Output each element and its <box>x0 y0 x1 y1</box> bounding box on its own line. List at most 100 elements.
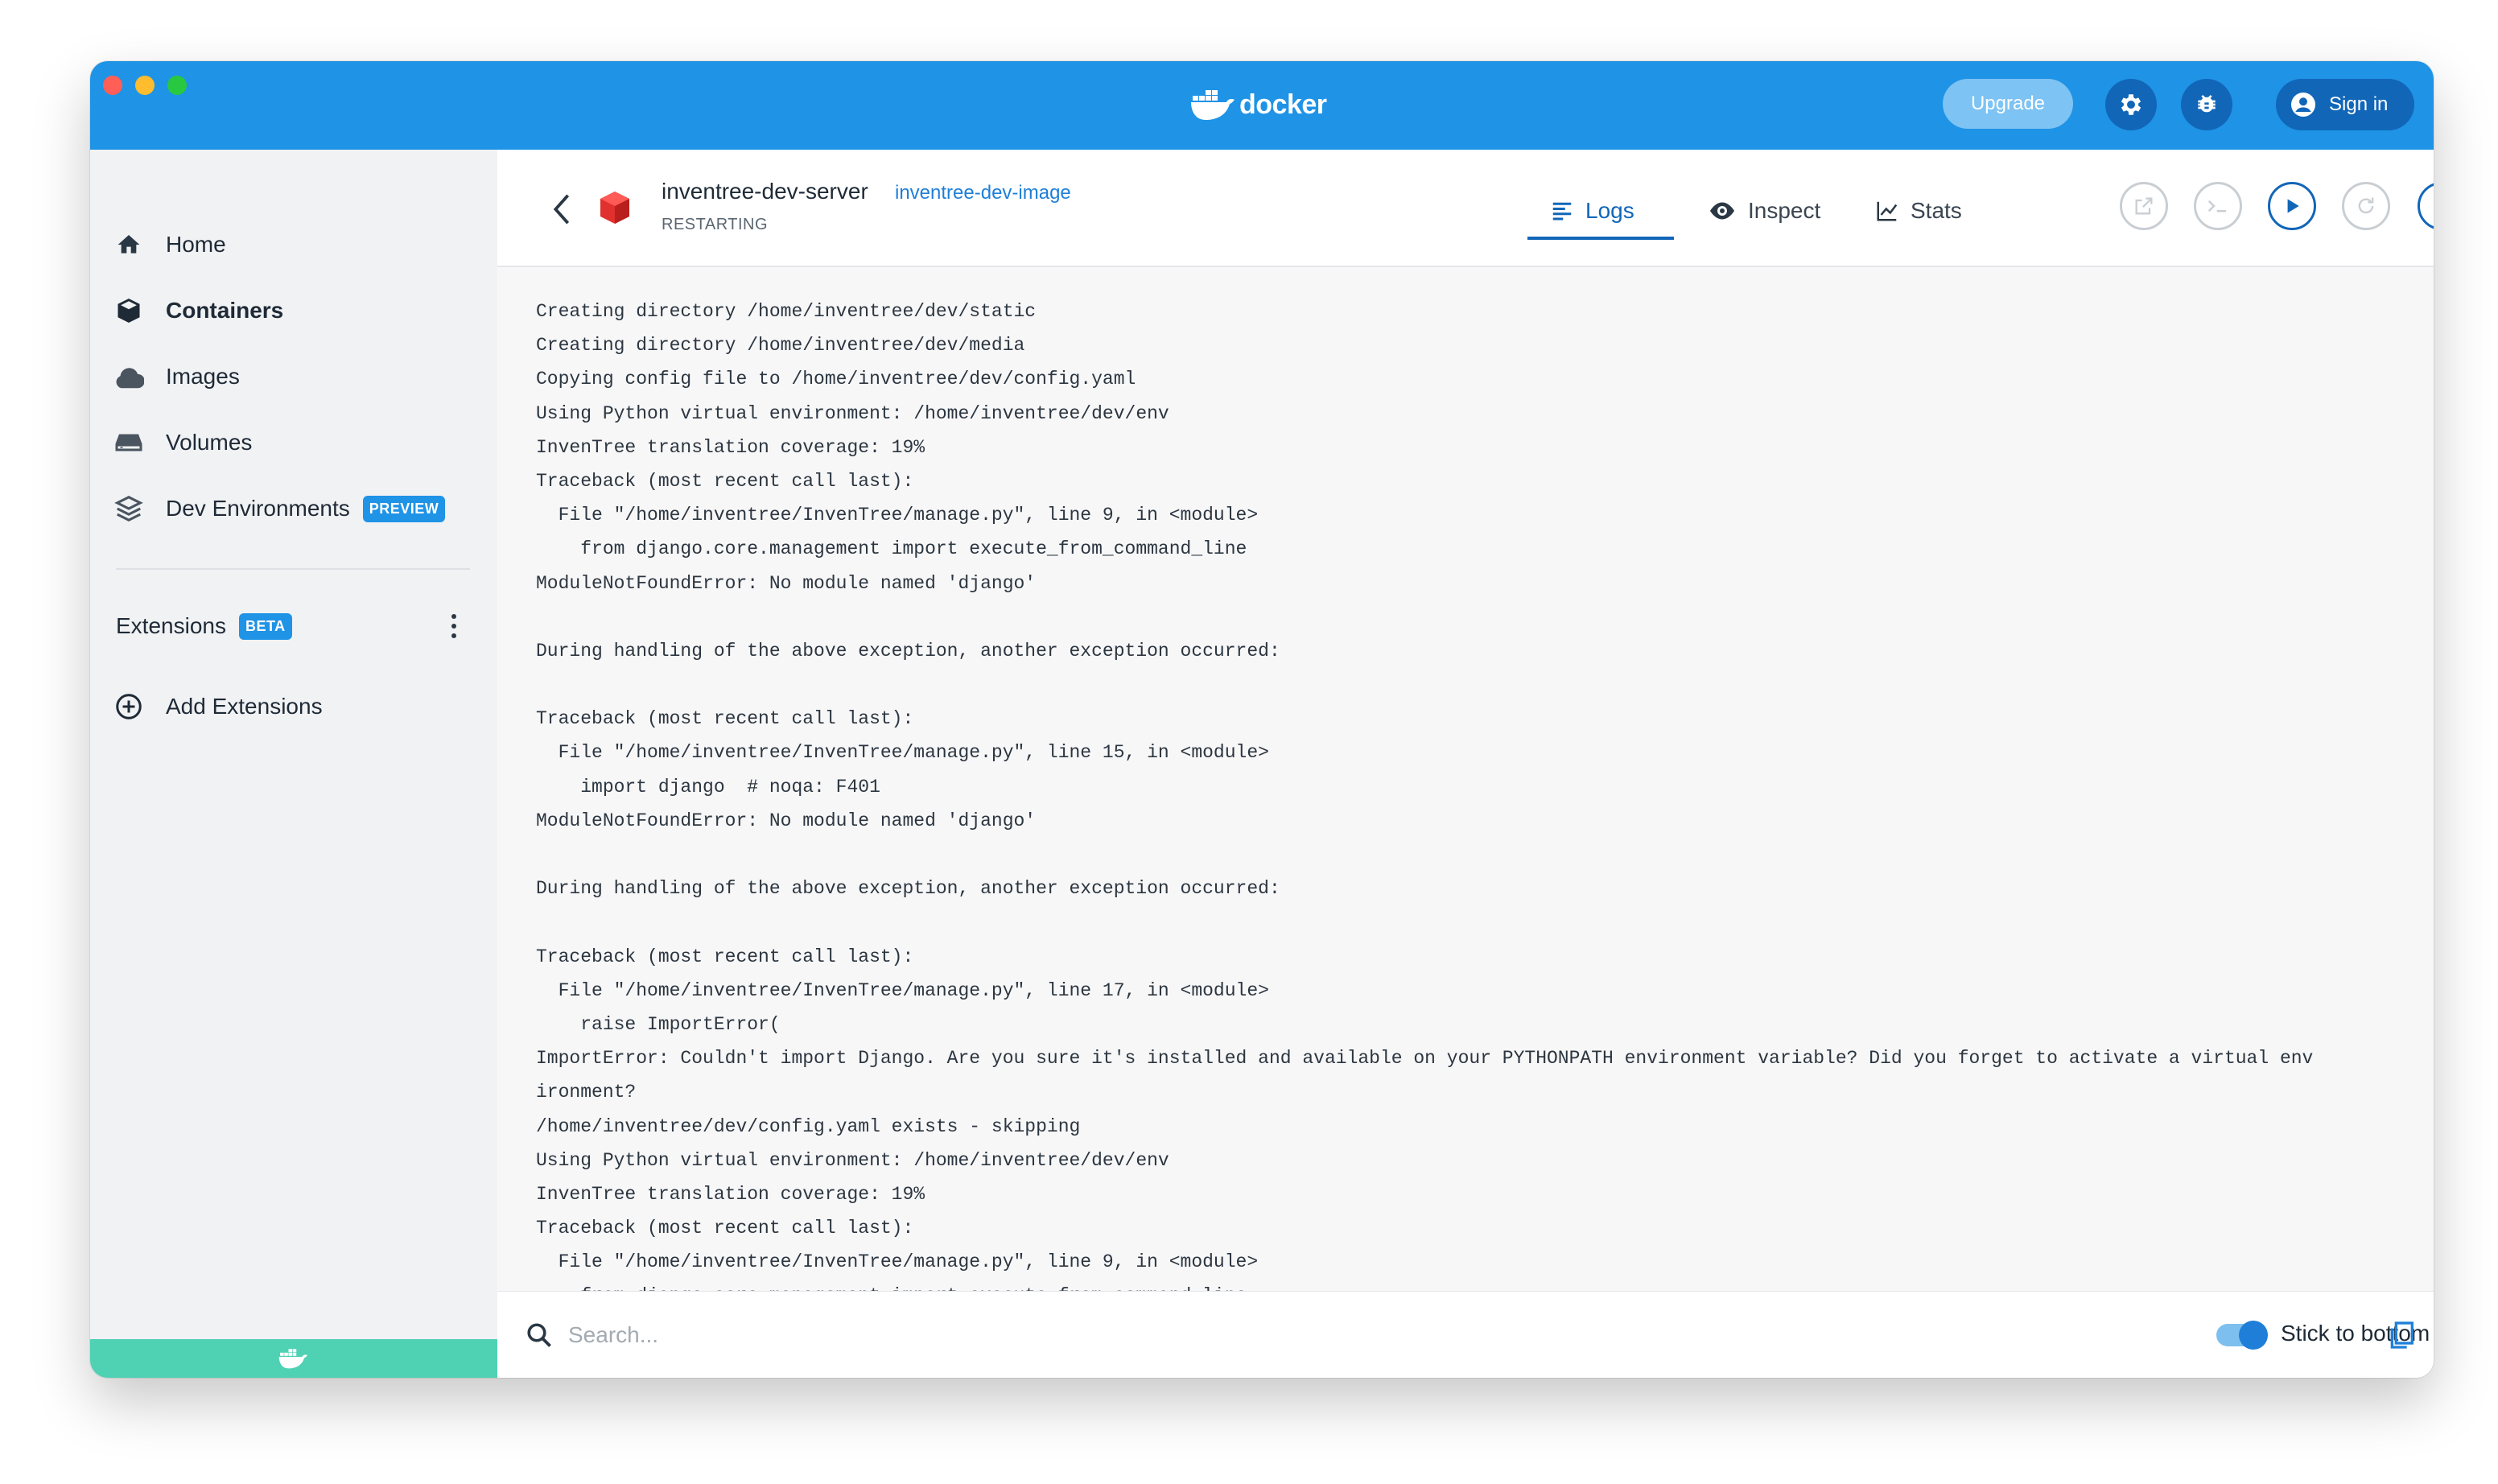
stick-to-bottom-toggle[interactable] <box>2216 1321 2268 1350</box>
cloud-icon <box>113 361 145 393</box>
back-button[interactable] <box>546 185 578 233</box>
tab-stats[interactable]: Stats <box>1875 187 1962 235</box>
log-line: Traceback (most recent call last): <box>536 946 914 967</box>
zoom-window-button[interactable] <box>167 76 187 95</box>
tab-label: Logs <box>1585 198 1634 223</box>
beta-badge: BETA <box>238 612 292 640</box>
restart-button[interactable] <box>2342 182 2390 230</box>
log-line: InvenTree translation coverage: 19% <box>536 436 925 458</box>
log-line: raise ImportError( <box>536 1013 781 1035</box>
open-external-icon <box>2135 197 2153 215</box>
extensions-header: Extensions BETA <box>116 607 470 645</box>
volume-icon <box>113 427 145 459</box>
container-cube-icon <box>600 192 629 224</box>
log-output[interactable]: Creating directory /home/inventree/dev/s… <box>497 267 2434 1291</box>
start-button[interactable] <box>2268 182 2316 230</box>
close-window-button[interactable] <box>103 76 122 95</box>
log-line: Traceback (most recent call last): <box>536 1218 914 1239</box>
sidebar-item-volumes[interactable]: Volumes <box>113 418 252 467</box>
sign-in-label: Sign in <box>2329 93 2389 115</box>
open-in-browser-button[interactable] <box>2120 182 2168 230</box>
preview-badge: PREVIEW <box>362 495 446 522</box>
log-line: Using Python virtual environment: /home/… <box>536 1149 1169 1171</box>
copy-icon[interactable] <box>2385 1319 2418 1351</box>
tab-label: Stats <box>1911 198 1962 223</box>
container-image-link[interactable]: inventree-dev-image <box>895 182 1071 204</box>
sign-in-button[interactable]: Sign in <box>2276 79 2414 130</box>
container-header: inventree-dev-server inventree-dev-image… <box>497 150 2434 267</box>
open-terminal-button[interactable] <box>2194 182 2242 230</box>
log-line: from django.core.management import execu… <box>536 1279 2434 1291</box>
delete-button[interactable] <box>2418 182 2434 230</box>
log-line: Copying config file to /home/inventree/d… <box>536 369 1136 390</box>
gear-icon <box>2121 94 2141 115</box>
title-bar: docker Upgrade Sign in <box>90 61 2434 150</box>
log-line: InvenTree translation coverage: 19% <box>536 1183 925 1205</box>
log-line: ModuleNotFoundError: No module named 'dj… <box>536 572 1037 594</box>
troubleshoot-button[interactable] <box>2181 79 2232 130</box>
log-line: File "/home/inventree/InvenTree/manage.p… <box>536 979 1269 1001</box>
docker-whale-icon <box>278 1349 307 1369</box>
search-icon <box>527 1323 551 1347</box>
engine-status-bar[interactable] <box>90 1339 497 1378</box>
log-line: ImportError: Couldn't import Django. Are… <box>536 1048 2314 1070</box>
extensions-label: Extensions <box>116 613 226 638</box>
container-status: RESTARTING <box>662 216 769 233</box>
toggle-knob <box>2239 1321 2268 1350</box>
add-extensions-label: Add Extensions <box>166 694 323 719</box>
sidebar-item-containers[interactable]: Containers <box>113 286 283 335</box>
container-name: inventree-dev-server <box>662 179 868 204</box>
log-line: Using Python virtual environment: /home/… <box>536 402 1169 424</box>
settings-button[interactable] <box>2105 79 2157 130</box>
active-tab-indicator <box>1527 237 1674 240</box>
terminal-icon <box>2207 200 2226 212</box>
sidebar-item-home[interactable]: Home <box>113 221 226 269</box>
log-line: During handling of the above exception, … <box>536 878 1280 900</box>
log-line: Creating directory /home/inventree/dev/s… <box>536 301 1037 322</box>
upgrade-button[interactable]: Upgrade <box>1943 79 2073 129</box>
sidebar-item-label: Volumes <box>166 430 253 455</box>
docker-whale-icon <box>1191 90 1235 120</box>
account-icon <box>2291 93 2315 117</box>
home-icon <box>113 229 145 261</box>
minimize-window-button[interactable] <box>135 76 155 95</box>
brand-wordmark: docker <box>1239 89 1327 120</box>
sidebar-item-label: Home <box>166 232 226 257</box>
dev-env-icon <box>113 493 145 525</box>
log-line: File "/home/inventree/InvenTree/manage.p… <box>536 1251 1259 1273</box>
log-line: /home/inventree/dev/config.yaml exists -… <box>536 1115 1081 1137</box>
play-icon <box>2287 199 2299 213</box>
sidebar-item-label: Containers <box>166 298 284 323</box>
restart-icon <box>2358 197 2374 214</box>
sidebar-item-images[interactable]: Images <box>113 352 240 401</box>
containers-icon <box>113 295 145 327</box>
tab-logs[interactable]: Logs <box>1550 187 1634 235</box>
chart-icon <box>1877 201 1898 221</box>
sidebar-item-dev-environments[interactable]: Dev Environments PREVIEW <box>113 484 446 533</box>
logs-icon <box>1552 202 1572 221</box>
sidebar-item-label: Dev Environments <box>166 496 350 521</box>
log-line: ironment? <box>536 1082 637 1103</box>
sidebar-divider <box>116 568 470 570</box>
add-circle-icon <box>113 690 145 723</box>
bug-icon <box>2198 95 2216 113</box>
log-line: During handling of the above exception, … <box>536 640 1280 662</box>
log-line: import django # noqa: F401 <box>536 776 880 798</box>
add-extensions-button[interactable]: Add Extensions <box>113 682 323 731</box>
log-line: from django.core.management import execu… <box>536 538 1247 560</box>
sidebar-item-label: Images <box>166 364 240 389</box>
tab-label: Inspect <box>1748 198 1821 223</box>
eye-icon <box>1710 202 1734 220</box>
container-detail-panel: inventree-dev-server inventree-dev-image… <box>497 150 2434 1378</box>
docker-logo: docker <box>1189 82 1327 127</box>
log-line: File "/home/inventree/InvenTree/manage.p… <box>536 742 1269 764</box>
log-line: Traceback (most recent call last): <box>536 470 914 492</box>
tab-inspect[interactable]: Inspect <box>1708 187 1820 235</box>
chevron-left-icon <box>553 194 570 225</box>
log-search-input[interactable] <box>568 1314 1292 1356</box>
log-line: ModuleNotFoundError: No module named 'dj… <box>536 810 1037 831</box>
extensions-menu-icon[interactable] <box>446 610 462 642</box>
sidebar: Home Containers Images Volumes Dev Envir… <box>90 150 497 1378</box>
